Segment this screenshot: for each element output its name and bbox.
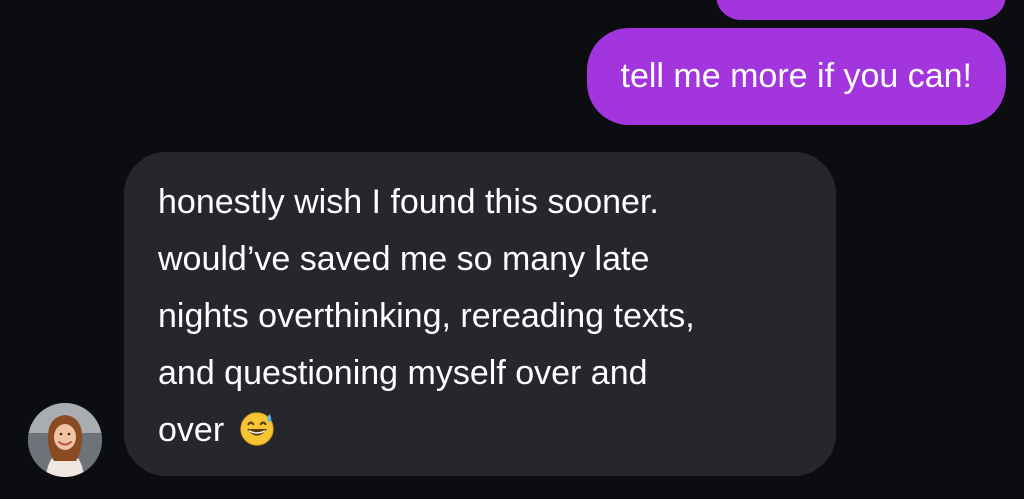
grinning-face-with-sweat-icon <box>239 412 274 446</box>
avatar-photo-icon <box>28 403 102 477</box>
chat-thread: tell me more if you can! honestly wish I… <box>0 0 1024 499</box>
received-message-line: and questioning myself over and <box>158 354 648 392</box>
sent-message-bubble[interactable]: tell me more if you can! <box>586 28 1006 125</box>
sent-message-bubble-previous[interactable] <box>716 0 1006 20</box>
contact-avatar[interactable] <box>28 403 102 477</box>
sent-message-text: tell me more if you can! <box>620 57 972 95</box>
received-message-bubble[interactable]: honestly wish I found this sooner. would… <box>124 152 836 476</box>
received-message-line-last: over <box>158 402 802 459</box>
received-message-line: nights overthinking, rereading texts, <box>158 297 695 335</box>
received-message-line: honestly wish I found this sooner. <box>158 183 659 221</box>
received-message-line-text: over <box>158 411 225 449</box>
received-message-line: would’ve saved me so many late <box>158 240 650 278</box>
